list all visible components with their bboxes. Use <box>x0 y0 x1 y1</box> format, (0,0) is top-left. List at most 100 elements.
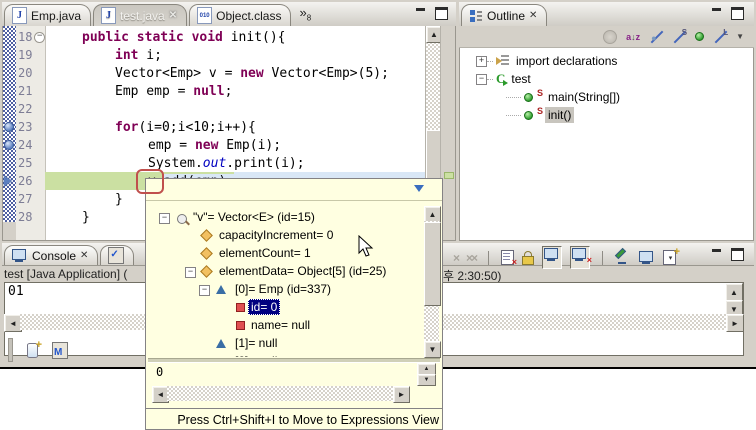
outline-item-main-string-[interactable]: Smain(String[]) <box>506 88 623 106</box>
tab-tasks[interactable]: ✓ <box>100 245 134 265</box>
code-text[interactable] <box>45 100 426 118</box>
variable-tree[interactable]: −"v"= Vector<E> (id=15)capacityIncrement… <box>146 201 442 357</box>
code-text[interactable]: System.out.print(i); <box>45 154 426 172</box>
popup-menu-icon[interactable] <box>414 185 424 197</box>
scroll-lock-icon[interactable] <box>522 251 534 264</box>
gutter-cell[interactable] <box>3 208 16 226</box>
gutter-cell[interactable] <box>3 172 16 190</box>
fold-minus-icon[interactable]: − <box>34 32 45 43</box>
code-line-22[interactable]: 22 <box>3 100 426 118</box>
gutter-cell[interactable] <box>3 64 16 82</box>
code-text[interactable]: Vector<Emp> v = new Vector<Emp>(5); <box>45 64 426 82</box>
hide-nonpublic-icon[interactable] <box>695 32 704 41</box>
line-number-text: 28 <box>18 210 32 224</box>
collapse-icon[interactable]: − <box>199 285 210 296</box>
current-line-mark[interactable] <box>444 172 454 179</box>
code-line-21[interactable]: 21Emp emp = null; <box>3 82 426 100</box>
maximize-icon[interactable] <box>731 7 744 18</box>
outline-item-test[interactable]: −Ctest <box>476 70 534 88</box>
variable-label: id= 0 <box>248 299 280 315</box>
team-synchronize-icon[interactable]: M <box>52 342 68 359</box>
variable-label: elementData= Object[5] (id=25) <box>216 263 389 279</box>
run-decorator-icon <box>503 80 511 86</box>
gutter-cell[interactable] <box>3 118 16 136</box>
scrollbar-thumb[interactable] <box>424 222 441 306</box>
annotation-highlight-box <box>136 169 164 194</box>
collapse-icon[interactable]: − <box>476 74 487 85</box>
outline-item-init-[interactable]: Sinit() <box>506 106 574 124</box>
outline-tree[interactable]: +import declarations−CtestSmain(String[]… <box>459 48 754 241</box>
gutter-cell[interactable] <box>3 28 16 46</box>
detail-hscrollbar[interactable]: ◄ ► <box>152 386 410 402</box>
open-console-edit-icon[interactable] <box>615 251 631 265</box>
detail-pane[interactable]: 0 ▲ ▼ ◄ ► <box>148 362 440 405</box>
code-text[interactable]: public static void init(){ <box>45 28 426 46</box>
hide-static-icon[interactable]: S <box>672 30 686 44</box>
hide-local-types-icon[interactable]: L <box>713 30 727 44</box>
maximize-icon[interactable] <box>731 248 744 259</box>
code-line-25[interactable]: 25System.out.print(i); <box>3 154 426 172</box>
breakpoint-icon[interactable] <box>4 140 14 150</box>
gutter-cell[interactable] <box>3 190 16 208</box>
scroll-down-icon[interactable]: ▼ <box>417 374 436 386</box>
code-text[interactable]: for(i=0;i<10;i++){ <box>45 118 426 136</box>
expand-icon[interactable]: + <box>476 56 487 67</box>
gutter-cell[interactable] <box>3 136 16 154</box>
tab-console[interactable]: Console ✕ <box>4 245 98 265</box>
outline-item-import-declarations[interactable]: +import declarations <box>476 52 620 70</box>
gutter-cell[interactable] <box>3 154 16 172</box>
tab-outline[interactable]: Outline ✕ <box>461 4 547 26</box>
focus-icon[interactable] <box>603 30 617 44</box>
tab-test-java[interactable]: Jtest.java✕ <box>93 4 187 26</box>
code-text[interactable]: emp = new Emp(i); <box>45 136 426 154</box>
gutter-cell[interactable] <box>3 82 16 100</box>
collapse-icon[interactable]: − <box>159 213 170 224</box>
close-icon[interactable]: ✕ <box>169 10 177 21</box>
static-decorator: S <box>537 88 543 98</box>
tab-object-class[interactable]: 010Object.class <box>189 4 291 26</box>
fastview-handle[interactable] <box>8 338 13 362</box>
pin-console-icon[interactable] <box>542 246 562 269</box>
more-editors-chevron[interactable]: »8 <box>299 5 311 23</box>
breakpoint-icon[interactable] <box>4 122 14 132</box>
scroll-right-icon[interactable]: ► <box>393 386 410 403</box>
code-line-24[interactable]: 24emp = new Emp(i); <box>3 136 426 154</box>
import-icon <box>496 55 510 67</box>
variable-label: name= null <box>248 317 313 333</box>
code-text[interactable]: Emp emp = null; <box>45 82 426 100</box>
scroll-right-icon[interactable]: ► <box>726 314 744 332</box>
minimize-icon[interactable] <box>711 7 724 18</box>
code-segment: public static void <box>82 30 223 45</box>
field-diamond-icon <box>200 265 213 278</box>
code-line-19[interactable]: 19int i; <box>3 46 426 64</box>
code-line-20[interactable]: 20Vector<Emp> v = new Vector<Emp>(5); <box>3 64 426 82</box>
code-line-23[interactable]: 23for(i=0;i<10;i++){ <box>3 118 426 136</box>
gutter-cell[interactable] <box>3 46 16 64</box>
scrollbar-track[interactable] <box>167 386 395 401</box>
maximize-icon[interactable] <box>435 7 448 18</box>
new-fastview-icon[interactable]: + <box>27 343 38 358</box>
collapse-icon[interactable]: − <box>185 267 196 278</box>
field-diamond-icon <box>200 229 213 242</box>
clear-console-icon[interactable]: × <box>501 250 514 265</box>
show-console-on-output-icon[interactable]: × <box>570 246 590 269</box>
gutter-cell[interactable] <box>3 100 16 118</box>
sort-icon[interactable]: a↓z <box>626 32 640 42</box>
instruction-pointer-icon[interactable] <box>4 176 17 186</box>
close-icon[interactable]: ✕ <box>529 10 537 21</box>
line-number: 21 <box>16 82 45 100</box>
tab-emp-java[interactable]: JEmp.java <box>4 4 91 26</box>
open-console-icon[interactable]: +▾ <box>663 250 676 265</box>
display-console-icon[interactable]: ▾ <box>639 251 655 265</box>
code-line-18[interactable]: 18−public static void init(){ <box>3 28 426 46</box>
hide-fields-icon[interactable]: ● <box>649 30 663 44</box>
remove-launches-icon[interactable]: ×× <box>466 251 476 265</box>
minimize-icon[interactable] <box>711 248 724 259</box>
popup-vscrollbar[interactable]: ▲ ▼ <box>424 206 440 356</box>
terminate-icon[interactable]: × <box>453 251 458 265</box>
code-text[interactable]: int i; <box>45 46 426 64</box>
close-icon[interactable]: ✕ <box>80 250 88 261</box>
minimize-icon[interactable] <box>415 7 428 18</box>
scroll-down-icon[interactable]: ▼ <box>424 341 441 358</box>
view-menu-icon[interactable]: ▼ <box>736 32 744 41</box>
